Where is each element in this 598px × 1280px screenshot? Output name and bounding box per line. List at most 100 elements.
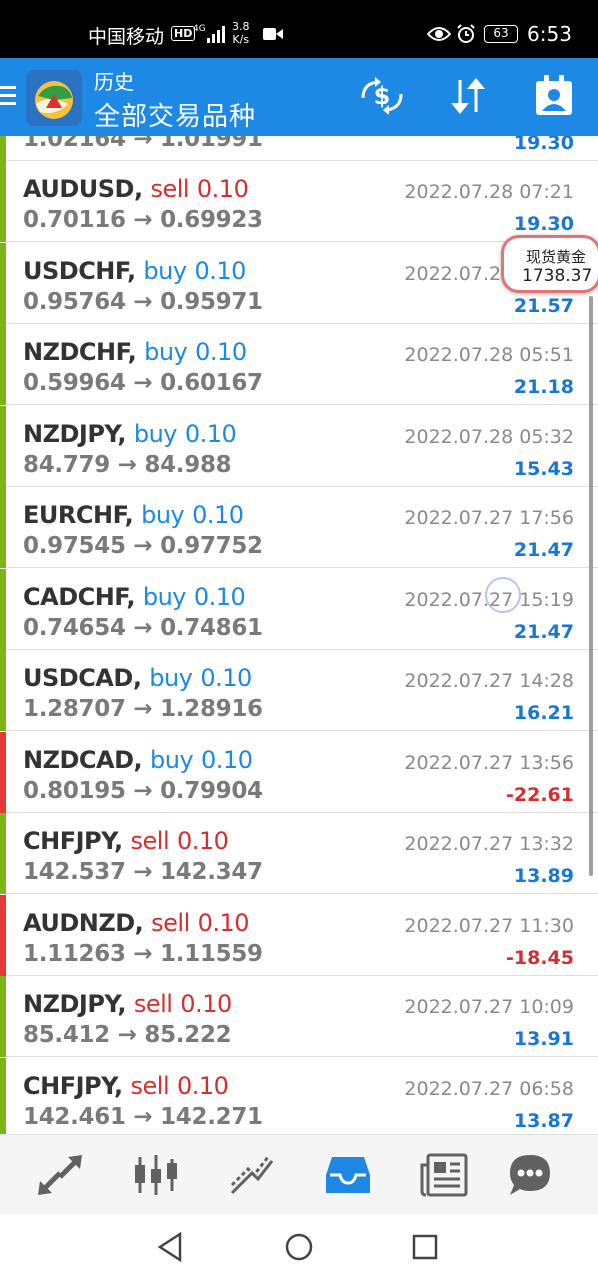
result-bar	[0, 242, 6, 324]
price-change: 1.11263 → 1.11559	[23, 941, 263, 967]
profit-value: 21.47	[513, 620, 574, 643]
profit-value: -22.61	[506, 783, 574, 806]
sort-button[interactable]	[444, 72, 492, 120]
profit-value: -18.45	[506, 946, 574, 969]
close-price: 142.347	[160, 859, 263, 885]
trade-date: 2022.07.27 13:56	[404, 751, 574, 774]
profit-value: 15.43	[513, 457, 574, 480]
status-bar: 中国移动 HD 4G 3.8 K/s 63 6:53	[0, 0, 598, 58]
trade-volume: 0.10	[180, 990, 232, 1018]
trade-symbol-line: CHFJPY, sell 0.10	[23, 1071, 229, 1100]
trade-row-partial[interactable]: 1.02164 → 1.01991 19.30	[0, 136, 598, 161]
home-icon[interactable]	[282, 1230, 316, 1264]
trade-volume: 0.10	[176, 827, 229, 855]
trade-symbol-line: CADCHF, buy 0.10	[23, 582, 246, 611]
back-icon[interactable]	[154, 1230, 188, 1264]
close-price: 0.79904	[160, 777, 263, 804]
open-price: 1.11263	[23, 940, 126, 967]
menu-icon[interactable]	[0, 84, 18, 108]
result-bar	[0, 136, 6, 161]
open-price: 85.412	[23, 1022, 110, 1048]
open-price: 1.28707	[23, 696, 126, 722]
arrow-icon: →	[133, 1103, 153, 1130]
account-button[interactable]	[530, 72, 578, 120]
nav-news[interactable]	[418, 1149, 470, 1201]
network-type: 4G	[193, 24, 206, 34]
symbol: USDCHF	[23, 256, 127, 285]
trade-symbol-line: AUDUSD, sell 0.10	[23, 175, 249, 203]
close-price: 142.271	[160, 1103, 263, 1130]
trade-row[interactable]: AUDUSD, sell 0.10 0.70116 → 0.69923 2022.0…	[0, 161, 598, 242]
nav-quotes[interactable]	[34, 1149, 86, 1201]
result-bar	[0, 731, 6, 813]
nav-history[interactable]	[322, 1149, 374, 1201]
trade-date: 2022.07.27 10:09	[404, 996, 574, 1018]
symbol: NZDCHF	[23, 338, 128, 366]
quotes-icon	[38, 1155, 82, 1195]
battery-indicator: 63	[484, 25, 518, 43]
result-bar	[0, 976, 6, 1057]
profit-value: 19.30	[513, 213, 574, 235]
video-record-icon	[263, 28, 283, 40]
trade-side: buy	[150, 745, 194, 774]
nav-chat[interactable]	[504, 1149, 556, 1201]
open-price: 84.779	[23, 451, 110, 478]
symbol-filter[interactable]: 全部交易品种	[94, 96, 256, 133]
arrow-icon: →	[117, 451, 137, 478]
nav-trade[interactable]	[226, 1149, 278, 1201]
trade-row[interactable]: NZDCHF, buy 0.10 0.59964 → 0.60167 2022.07…	[0, 324, 598, 405]
result-bar	[0, 650, 6, 731]
arrow-icon: →	[133, 940, 153, 967]
symbol: NZDJPY	[23, 990, 118, 1018]
trade-volume: 0.10	[196, 175, 249, 203]
result-bar	[0, 568, 6, 650]
trade-side: sell	[130, 1071, 170, 1100]
trade-date: 2022.07.27 11:30	[404, 914, 574, 937]
trade-symbol-line: NZDCHF, buy 0.10	[23, 338, 247, 366]
trade-volume: 0.10	[200, 664, 252, 692]
signal-icon	[207, 26, 225, 43]
trade-side: sell	[150, 175, 190, 203]
eye-icon	[427, 27, 451, 41]
speed-value: 3.8	[232, 20, 250, 33]
profit-value: 13.87	[513, 1109, 574, 1132]
trade-row[interactable]: CHFJPY, sell 0.10 142.461 → 142.271 2022.0…	[0, 1057, 598, 1134]
sort-icon	[451, 78, 485, 114]
result-bar	[0, 405, 6, 487]
nav-chart[interactable]	[130, 1149, 182, 1201]
price-change: 0.70116 → 0.69923	[23, 207, 263, 233]
trade-side: buy	[141, 501, 185, 529]
app-logo[interactable]	[26, 70, 82, 126]
open-price: 0.74654	[23, 614, 126, 641]
open-price: 0.80195	[23, 777, 126, 804]
arrow-icon: →	[133, 696, 153, 722]
trade-row[interactable]: NZDCAD, buy 0.10 0.80195 → 0.79904 2022.07…	[0, 731, 598, 813]
profit-value: 21.18	[513, 376, 574, 398]
trade-row[interactable]: USDCAD, buy 0.10 1.28707 → 1.28916 2022.07…	[0, 650, 598, 731]
floating-quote-widget[interactable]: 现货黄金 1738.37	[501, 235, 598, 293]
currency-exchange-button[interactable]: $	[358, 72, 406, 120]
svg-text:$: $	[374, 82, 391, 110]
trade-side: buy	[149, 664, 193, 692]
price-change: 0.97545 → 0.97752	[23, 533, 263, 559]
result-bar	[0, 813, 6, 894]
trade-row[interactable]: NZDJPY, sell 0.10 85.412 → 85.222 2022.07.…	[0, 976, 598, 1057]
trade-icon	[230, 1156, 274, 1195]
arrow-icon: →	[117, 1022, 137, 1048]
scrollbar[interactable]	[589, 296, 593, 876]
profit-value: 21.47	[513, 539, 574, 561]
trade-date: 2022.07.27 17:56	[404, 507, 574, 529]
recents-icon[interactable]	[408, 1230, 442, 1264]
arrow-icon: →	[133, 370, 153, 396]
arrow-icon: →	[133, 859, 153, 885]
trade-row[interactable]: NZDJPY, buy 0.10 84.779 → 84.988 2022.07.2…	[0, 405, 598, 487]
arrow-icon: →	[133, 533, 153, 559]
trade-row[interactable]: AUDNZD, sell 0.10 1.11263 → 1.11559 2022.0…	[0, 894, 598, 976]
trade-row[interactable]: EURCHF, buy 0.10 0.97545 → 0.97752 2022.07…	[0, 487, 598, 568]
trade-row[interactable]: CHFJPY, sell 0.10 142.537 → 142.347 2022.0…	[0, 813, 598, 894]
price-change: 1.28707 → 1.28916	[23, 696, 263, 722]
trade-date: 2022.07.28 05:32	[404, 425, 574, 448]
price-change: 0.95764 → 0.95971	[23, 289, 263, 315]
price-change: 0.80195 → 0.79904	[23, 778, 263, 804]
result-bar	[0, 324, 6, 405]
